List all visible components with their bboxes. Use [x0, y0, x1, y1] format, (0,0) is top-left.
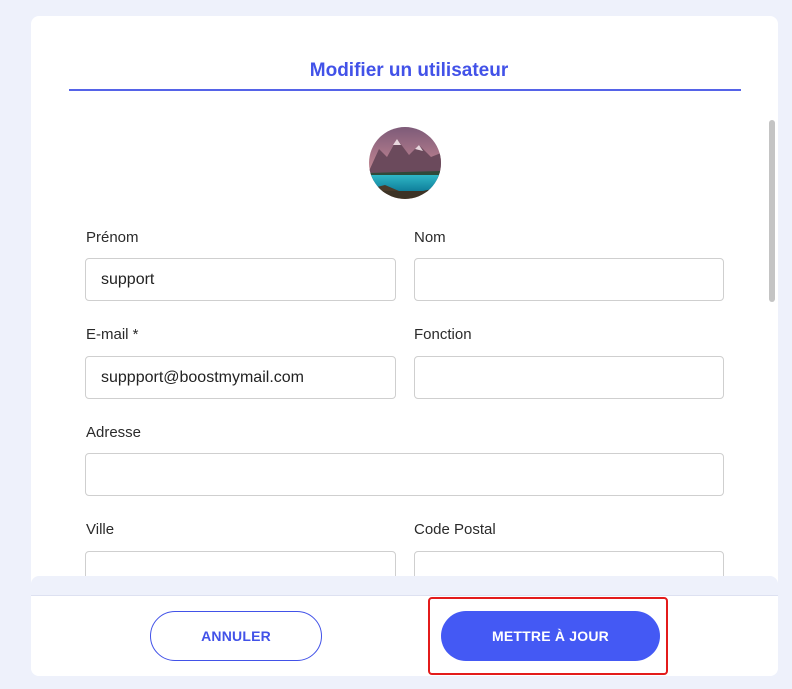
city-label: Ville [86, 521, 115, 538]
user-avatar[interactable] [369, 127, 441, 199]
first-name-label: Prénom [86, 229, 139, 246]
footer-divider [31, 595, 778, 596]
postal-code-label: Code Postal [414, 521, 496, 538]
function-input[interactable] [414, 356, 724, 399]
title-divider [69, 89, 741, 91]
address-input[interactable] [85, 453, 724, 496]
avatar-landscape-image [369, 127, 441, 199]
last-name-input[interactable] [414, 258, 724, 301]
address-label: Adresse [86, 424, 142, 441]
first-name-input[interactable]: support [85, 258, 396, 301]
edit-user-modal: Modifier un utilisateur Prénom Nom suppo… [31, 16, 778, 676]
email-label: E-mail * [86, 326, 139, 343]
cancel-button[interactable]: ANNULER [150, 611, 322, 661]
scrollbar-thumb[interactable] [769, 120, 775, 302]
modal-title: Modifier un utilisateur [309, 60, 509, 81]
footer-band [31, 576, 778, 595]
update-button-highlight [428, 597, 668, 675]
email-input[interactable]: suppport@boostmymail.com [85, 356, 396, 399]
last-name-label: Nom [414, 229, 446, 246]
function-label: Fonction [414, 326, 472, 343]
